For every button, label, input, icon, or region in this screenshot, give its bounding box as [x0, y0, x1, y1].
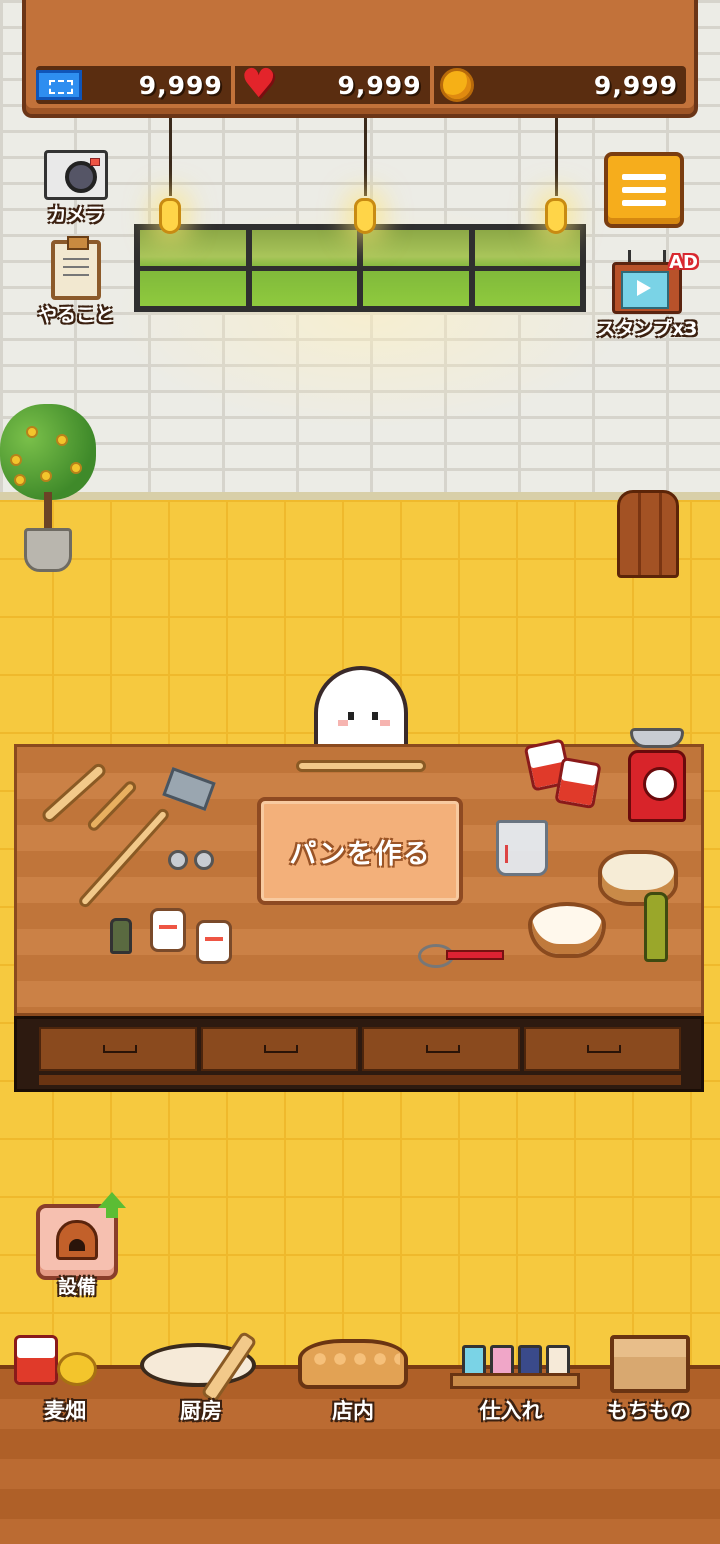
hamburger-icon-line: [622, 187, 666, 193]
heart-icon: ♥: [240, 61, 278, 107]
window: [134, 224, 586, 312]
dough-board-icon: [140, 1343, 256, 1387]
window-pane: [474, 230, 580, 306]
ad-badge: AD: [669, 252, 698, 273]
flour-bag-icon: [554, 756, 602, 810]
measuring-spoons-icon: [168, 844, 222, 870]
ticket-counter[interactable]: 9,999: [36, 66, 231, 104]
stamp-ad-button[interactable]: AD スタンプx3: [594, 250, 700, 341]
potted-lemon-tree: [0, 404, 96, 574]
resource-bar: 9,999 ♥ 9,999 9,999: [36, 61, 686, 107]
tree-trunk: [44, 492, 52, 532]
make-bread-label: パンを作る: [289, 838, 431, 870]
ticket-icon: [36, 70, 82, 100]
upgrade-arrow-icon: [98, 1192, 126, 1218]
heart-counter[interactable]: ♥ 9,999: [235, 61, 430, 107]
equipment-label: 設備: [57, 1276, 96, 1298]
equipment-button[interactable]: [36, 1192, 126, 1280]
drawer: [523, 1027, 681, 1071]
window-pane: [363, 230, 469, 306]
coin-count: 9,999: [593, 70, 678, 100]
lightbulb-icon: [159, 198, 181, 234]
make-bread-button[interactable]: パンを作る: [257, 797, 463, 905]
nav-label: 麦畑: [44, 1399, 86, 1423]
jar-icon: [196, 920, 232, 964]
firewood-stack: [617, 490, 679, 578]
hamburger-icon-line: [622, 174, 666, 180]
lightbulb-icon: [354, 198, 376, 234]
nav-label: 仕入れ: [479, 1399, 543, 1423]
bottom-nav: 麦畑 厨房 店内 仕入れ もちもの: [0, 1335, 720, 1544]
table-drawers: [39, 1027, 681, 1071]
lightbulb-icon: [545, 198, 567, 234]
menu-button[interactable]: [604, 152, 684, 228]
hamburger-icon-line: [622, 200, 666, 206]
drawer: [362, 1027, 520, 1071]
table-base: [14, 1016, 704, 1092]
tree-leaves: [0, 404, 96, 500]
plant-pot: [24, 528, 72, 572]
rolling-pin-icon: [296, 760, 426, 772]
cheek: [380, 720, 390, 726]
oven-icon: [56, 1220, 98, 1260]
jar-icon: [150, 908, 186, 952]
drawer: [39, 1027, 197, 1071]
todo-label: やること: [37, 304, 114, 326]
camera-button[interactable]: カメラ: [40, 150, 112, 227]
stamp-label: スタンプx3: [596, 318, 698, 340]
nav-label: もちもの: [607, 1399, 691, 1423]
table-rail: [39, 1075, 681, 1085]
todo-button[interactable]: やること: [30, 236, 122, 327]
bread-basket-icon: [298, 1339, 408, 1389]
ticket-count: 9,999: [138, 70, 223, 100]
lamp-cord: [364, 118, 367, 196]
window-pane: [140, 230, 246, 306]
camera-icon: [44, 150, 108, 200]
nav-label: 店内: [332, 1399, 374, 1423]
kitchen-scale-icon: [628, 728, 688, 824]
oil-bottle-icon: [644, 892, 668, 962]
eye: [372, 712, 378, 720]
mochi-character[interactable]: [314, 666, 408, 754]
eye: [348, 712, 354, 720]
camera-label: カメラ: [47, 204, 105, 226]
measuring-cup-icon: [496, 820, 548, 876]
flour-bowl-icon: [528, 902, 606, 958]
drawer: [200, 1027, 358, 1071]
cheek: [338, 720, 348, 726]
whisk-icon: [418, 944, 504, 968]
shelf-icon: [450, 1341, 580, 1389]
coin-counter[interactable]: 9,999: [434, 66, 686, 104]
heart-count: 9,999: [337, 70, 422, 100]
wheat-bag-icon: [14, 1335, 97, 1386]
seasoning-bottle-icon: [110, 918, 132, 954]
nav-label: 厨房: [180, 1399, 222, 1423]
lamp-cord: [555, 118, 558, 196]
coin-icon: [439, 68, 474, 102]
window-pane: [251, 230, 357, 306]
clipboard-icon: [51, 236, 101, 300]
cardboard-box-icon: [610, 1335, 690, 1393]
lamp-cord: [169, 118, 172, 196]
